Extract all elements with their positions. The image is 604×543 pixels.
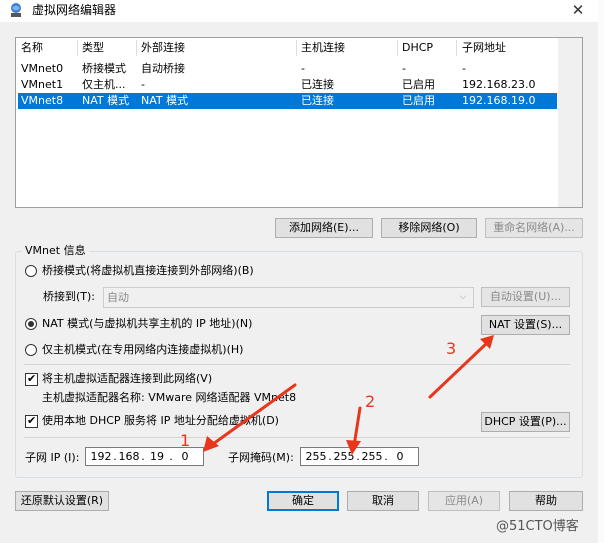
annotation-number-3: 3 bbox=[446, 339, 457, 358]
watermark: @51CTO博客 bbox=[496, 519, 579, 534]
annotation-number-2: 2 bbox=[365, 392, 376, 411]
annotation-arrows bbox=[203, 335, 494, 455]
annotation-arrow-3 bbox=[428, 341, 489, 399]
window-edge bbox=[598, 0, 604, 543]
annotation-arrow-1 bbox=[211, 383, 297, 446]
annotation-number-1: 1 bbox=[180, 431, 191, 450]
arrowhead-1 bbox=[203, 436, 219, 452]
annotation-arrow-2 bbox=[352, 406, 362, 448]
arrowhead-2 bbox=[346, 440, 361, 455]
